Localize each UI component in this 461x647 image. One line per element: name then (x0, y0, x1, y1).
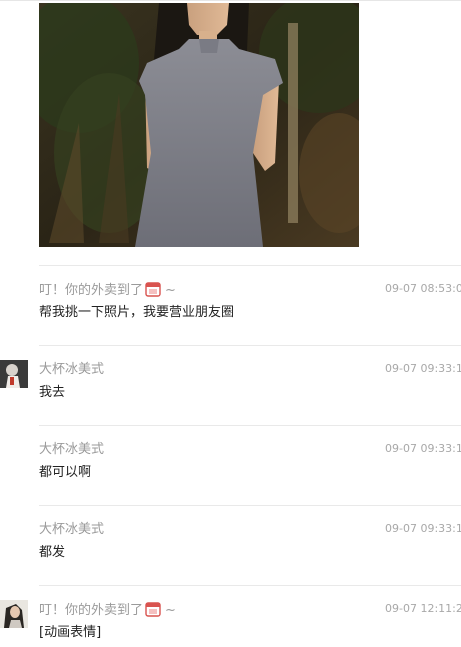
photo-image (39, 3, 359, 247)
sender-suffix: ~ (165, 283, 176, 298)
shared-photo[interactable] (39, 3, 359, 247)
takeout-box-icon (145, 602, 161, 617)
message-text[interactable]: 都发 (39, 545, 65, 561)
avatar[interactable] (0, 360, 28, 388)
avatar[interactable] (0, 600, 28, 628)
message-sender: 大杯冰美式 (39, 522, 105, 537)
message-text[interactable]: 都可以啊 (39, 465, 91, 481)
takeout-box-icon (145, 282, 161, 297)
message-divider (39, 265, 461, 266)
message-sender: 大杯冰美式 (39, 442, 105, 457)
message-sender: 叮！你的外卖到了 ~ (39, 282, 176, 299)
message-time: 09-07 09:33:13 (385, 362, 461, 375)
message-divider (39, 505, 461, 506)
chat-history-window: 叮！你的外卖到了 ~ 09-07 08:53:06 帮我挑一下照片，我要营业朋友圈… (0, 0, 461, 647)
message-text[interactable]: 帮我挑一下照片，我要营业朋友圈 (39, 305, 234, 321)
avatar-image (0, 360, 28, 388)
message-divider (39, 585, 461, 586)
sender-suffix: ~ (165, 603, 176, 618)
sender-name: 叮！你的外卖到了 (39, 283, 144, 298)
message-text[interactable]: [动画表情] (39, 625, 101, 641)
sender-name: 叮！你的外卖到了 (39, 603, 144, 618)
message-time: 09-07 08:53:06 (385, 282, 461, 295)
message-time: 09-07 09:33:16 (385, 522, 461, 535)
message-time: 09-07 09:33:15 (385, 442, 461, 455)
message-text[interactable]: 我去 (39, 385, 65, 401)
message-sender: 大杯冰美式 (39, 362, 105, 377)
top-border (0, 0, 461, 1)
message-time: 09-07 12:11:28 (385, 602, 461, 615)
message-divider (39, 345, 461, 346)
message-divider (39, 425, 461, 426)
message-sender: 叮！你的外卖到了 ~ (39, 602, 176, 619)
avatar-image (0, 600, 28, 628)
